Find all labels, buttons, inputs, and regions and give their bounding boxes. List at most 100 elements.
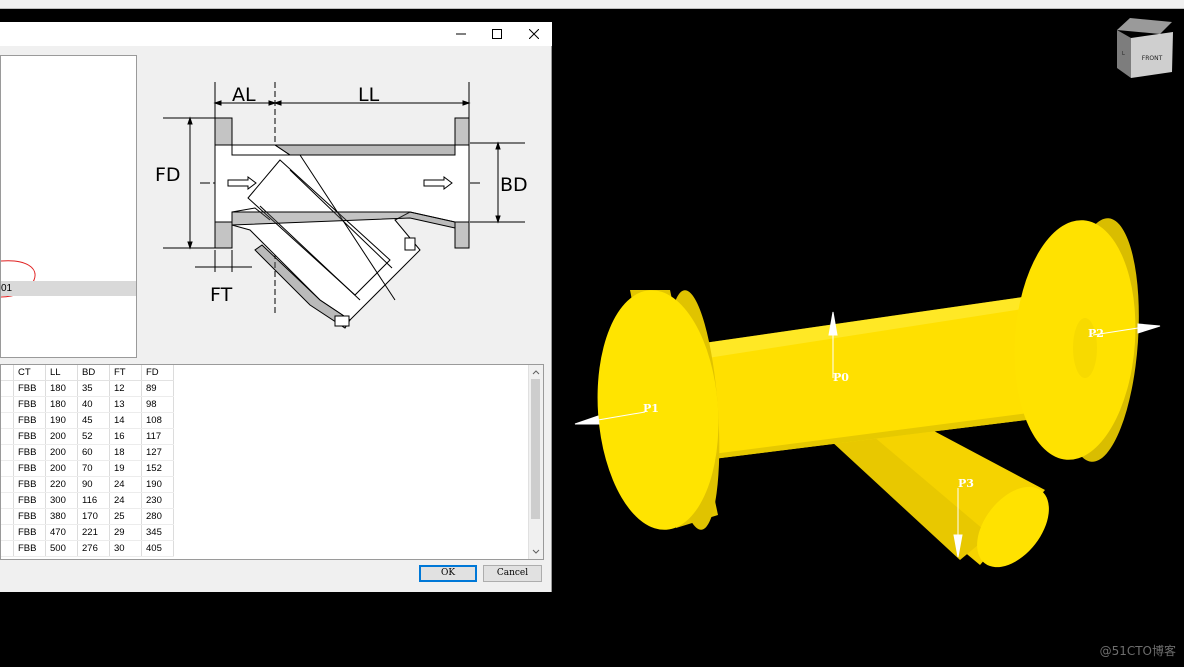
table-cell[interactable]: 70 xyxy=(77,460,110,477)
table-cell[interactable] xyxy=(1,524,14,541)
table-cell[interactable]: FBB xyxy=(13,428,46,445)
table-cell[interactable]: 345 xyxy=(141,524,174,541)
minimize-button[interactable] xyxy=(443,22,479,46)
scroll-down-icon[interactable] xyxy=(529,546,543,558)
table-cell[interactable]: 180 xyxy=(45,396,78,413)
dialog-titlebar[interactable] xyxy=(0,22,552,46)
table-cell[interactable]: FBB xyxy=(13,412,46,429)
table-row[interactable]: FBB 380 170 25 280 xyxy=(1,508,174,525)
table-cell[interactable]: 52 xyxy=(77,428,110,445)
table-row[interactable]: FBB 180 40 13 98 xyxy=(1,396,174,413)
table-cell[interactable]: 220 xyxy=(45,476,78,493)
table-cell[interactable]: 116 xyxy=(77,492,110,509)
table-scrollbar[interactable] xyxy=(528,365,543,559)
table-cell[interactable]: FBB xyxy=(13,492,46,509)
column-header-ft[interactable]: FT xyxy=(109,365,142,381)
column-header-ll[interactable]: LL xyxy=(45,365,78,381)
table-row[interactable]: FBB 500 276 30 405 xyxy=(1,540,174,557)
dimension-table[interactable]: CT LL BD FT FD FBB 180 35 12 89 FBB 180 40 13 98 F… xyxy=(0,364,544,560)
table-cell[interactable]: 12 xyxy=(109,380,142,397)
table-cell[interactable]: FBB xyxy=(13,380,46,397)
table-cell[interactable]: 108 xyxy=(141,412,174,429)
table-cell[interactable]: FBB xyxy=(13,444,46,461)
table-cell[interactable]: 500 xyxy=(45,540,78,557)
table-cell[interactable]: 16 xyxy=(109,428,142,445)
dim-label-bd: BD xyxy=(500,174,528,196)
table-cell[interactable]: 190 xyxy=(45,412,78,429)
maximize-button[interactable] xyxy=(479,22,515,46)
table-cell[interactable]: 221 xyxy=(77,524,110,541)
table-cell[interactable]: 30 xyxy=(109,540,142,557)
close-button[interactable] xyxy=(516,22,552,46)
table-cell[interactable]: FBB xyxy=(13,396,46,413)
table-cell[interactable]: 90 xyxy=(77,476,110,493)
table-cell[interactable] xyxy=(1,412,14,429)
table-cell[interactable] xyxy=(1,396,14,413)
table-cell[interactable]: 13 xyxy=(109,396,142,413)
table-cell[interactable]: FBB xyxy=(13,540,46,557)
table-cell[interactable]: 170 xyxy=(77,508,110,525)
table-cell[interactable]: 300 xyxy=(45,492,78,509)
table-row[interactable]: FBB 470 221 29 345 xyxy=(1,524,174,541)
table-cell[interactable]: 230 xyxy=(141,492,174,509)
table-cell[interactable]: 40 xyxy=(77,396,110,413)
table-row[interactable]: FBB 200 70 19 152 xyxy=(1,460,174,477)
table-row[interactable]: FBB 220 90 24 190 xyxy=(1,476,174,493)
component-tree[interactable]: 01 xyxy=(0,55,137,358)
table-cell[interactable]: 45 xyxy=(77,412,110,429)
table-cell[interactable]: 14 xyxy=(109,412,142,429)
tree-item-selected[interactable]: 01 xyxy=(1,281,136,296)
column-header-ct[interactable]: CT xyxy=(13,365,46,381)
table-cell[interactable]: 35 xyxy=(77,380,110,397)
table-cell[interactable]: 117 xyxy=(141,428,174,445)
table-cell[interactable]: 29 xyxy=(109,524,142,541)
table-row[interactable]: FBB 200 60 18 127 xyxy=(1,444,174,461)
table-cell[interactable]: 18 xyxy=(109,444,142,461)
table-cell[interactable] xyxy=(1,492,14,509)
column-header[interactable] xyxy=(1,365,14,381)
table-cell[interactable] xyxy=(1,460,14,477)
scroll-up-icon[interactable] xyxy=(529,366,543,378)
table-row[interactable]: FBB 180 35 12 89 xyxy=(1,380,174,397)
top-window-edge xyxy=(0,0,1184,9)
table-cell[interactable]: 152 xyxy=(141,460,174,477)
minimize-icon xyxy=(456,33,466,35)
cancel-button[interactable]: Cancel xyxy=(483,565,542,582)
table-cell[interactable] xyxy=(1,540,14,557)
table-cell[interactable]: 276 xyxy=(77,540,110,557)
table-cell[interactable]: FBB xyxy=(13,508,46,525)
column-header-fd[interactable]: FD xyxy=(141,365,174,381)
table-cell[interactable]: 470 xyxy=(45,524,78,541)
column-header-bd[interactable]: BD xyxy=(77,365,110,381)
table-cell[interactable]: 19 xyxy=(109,460,142,477)
table-cell[interactable]: 60 xyxy=(77,444,110,461)
table-row[interactable]: FBB 300 116 24 230 xyxy=(1,492,174,509)
table-cell[interactable]: 89 xyxy=(141,380,174,397)
table-cell[interactable]: 180 xyxy=(45,380,78,397)
scrollbar-thumb[interactable] xyxy=(531,379,540,519)
table-cell[interactable]: 280 xyxy=(141,508,174,525)
table-cell[interactable]: 25 xyxy=(109,508,142,525)
table-cell[interactable] xyxy=(1,508,14,525)
table-cell[interactable]: 200 xyxy=(45,444,78,461)
table-cell[interactable]: 24 xyxy=(109,492,142,509)
table-cell[interactable]: 200 xyxy=(45,460,78,477)
table-cell[interactable]: 24 xyxy=(109,476,142,493)
table-cell[interactable]: 200 xyxy=(45,428,78,445)
table-cell[interactable] xyxy=(1,380,14,397)
table-cell[interactable]: FBB xyxy=(13,460,46,477)
table-row[interactable]: FBB 190 45 14 108 xyxy=(1,412,174,429)
table-cell[interactable]: 380 xyxy=(45,508,78,525)
table-cell[interactable]: 98 xyxy=(141,396,174,413)
nav-cube[interactable]: FRONT L xyxy=(1117,18,1173,78)
table-cell[interactable]: FBB xyxy=(13,524,46,541)
table-cell[interactable] xyxy=(1,444,14,461)
table-cell[interactable] xyxy=(1,476,14,493)
table-cell[interactable] xyxy=(1,428,14,445)
table-row[interactable]: FBB 200 52 16 117 xyxy=(1,428,174,445)
table-cell[interactable]: 127 xyxy=(141,444,174,461)
table-cell[interactable]: FBB xyxy=(13,476,46,493)
table-cell[interactable]: 190 xyxy=(141,476,174,493)
table-cell[interactable]: 405 xyxy=(141,540,174,557)
ok-button[interactable]: OK xyxy=(419,565,477,582)
